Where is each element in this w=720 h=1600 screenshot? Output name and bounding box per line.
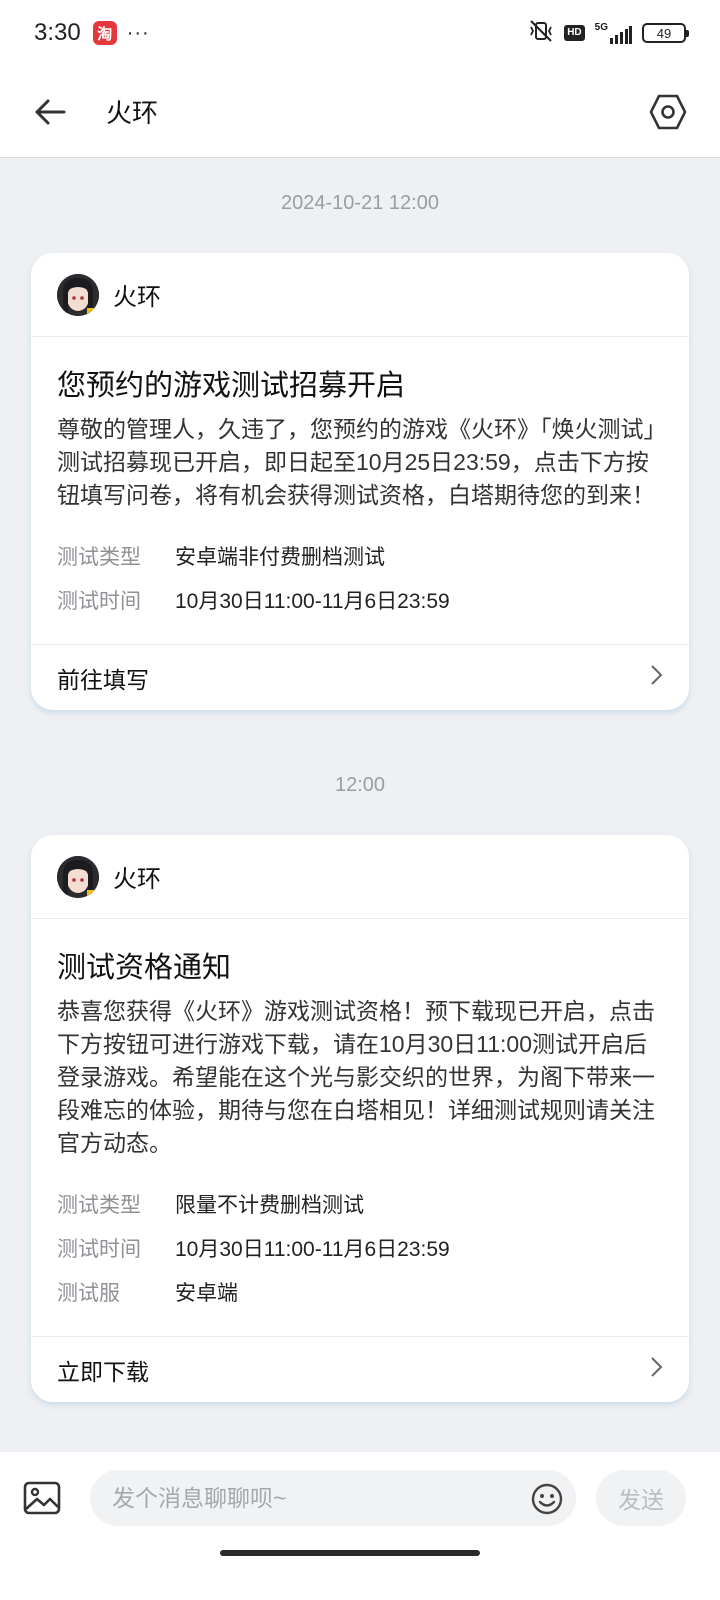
more-notifications-icon: ··· — [126, 21, 150, 44]
meta-key: 测试时间 — [57, 590, 141, 613]
message-title: 测试资格通知 — [57, 952, 232, 984]
emoji-icon — [531, 1483, 563, 1515]
meta-key: 测试类型 — [57, 1194, 141, 1217]
message-title: 您预约的游戏测试招募开启 — [57, 370, 406, 402]
meta-row-test-time: 测试时间 10月30日11:00-11月6日23:59 — [57, 580, 663, 624]
message-meta: 测试类型 限量不计费删档测试 测试时间 10月30日11:00-11月6日23:… — [57, 1184, 663, 1336]
action-label: 立即下载 — [57, 1358, 149, 1385]
status-bar: 3:30 淘 ··· HD 5G 49 — [0, 0, 720, 66]
status-indicators: HD 5G 49 — [528, 19, 689, 48]
sender-name: 火环 — [113, 866, 161, 893]
meta-key: 测试类型 — [57, 546, 141, 569]
card-body: 测试资格通知 恭喜您获得《火环》游戏测试资格！预下载现已开启，点击下方按钮可进行… — [31, 919, 689, 1336]
meta-value: 10月30日11:00-11月6日23:59 — [175, 1238, 450, 1261]
network-label: 5G — [594, 22, 608, 33]
card-header: 火环 — [31, 835, 689, 919]
fill-survey-button[interactable]: 前往填写 — [31, 644, 689, 710]
message-timestamp: 2024-10-21 12:00 — [281, 192, 439, 214]
vibrate-off-icon — [528, 19, 554, 48]
message-input-bar: 发送 — [0, 1452, 720, 1600]
avatar[interactable] — [57, 273, 99, 316]
chat-header: 火环 — [0, 66, 720, 158]
meta-key: 测试服 — [57, 1282, 120, 1305]
page-title: 火环 — [106, 98, 159, 128]
settings-button[interactable] — [646, 90, 690, 134]
chevron-right-icon — [649, 1356, 663, 1384]
message-text: 尊敬的管理人，久违了，您预约的游戏《火环》「焕火测试」测试招募现已开启，即日起至… — [57, 416, 655, 508]
action-label: 前往填写 — [57, 666, 149, 693]
card-body: 您预约的游戏测试招募开启 尊敬的管理人，久违了，您预约的游戏《火环》「焕火测试」… — [31, 337, 689, 644]
message-text: 恭喜您获得《火环》游戏测试资格！预下载现已开启，点击下方按钮可进行游戏下载，请在… — [57, 998, 655, 1156]
message-timestamp: 12:00 — [334, 774, 386, 796]
message-card: 火环 测试资格通知 恭喜您获得《火环》游戏测试资格！预下载现已开启，点击下方按钮… — [31, 835, 689, 1402]
status-time: 3:30 — [34, 19, 81, 46]
avatar-icon — [57, 273, 99, 316]
image-button[interactable] — [22, 1478, 62, 1518]
meta-key: 测试时间 — [57, 1238, 141, 1261]
hexagon-settings-icon — [649, 94, 687, 129]
arrow-left-icon — [35, 99, 66, 124]
meta-value: 限量不计费删档测试 — [175, 1194, 364, 1217]
meta-row-test-time: 测试时间 10月30日11:00-11月6日23:59 — [57, 1228, 663, 1272]
avatar[interactable] — [57, 855, 99, 898]
avatar-icon — [57, 855, 99, 898]
back-button[interactable] — [30, 92, 70, 132]
message-card: 火环 您预约的游戏测试招募开启 尊敬的管理人，久违了，您预约的游戏《火环》「焕火… — [31, 253, 689, 710]
meta-row-test-type: 测试类型 安卓端非付费删档测试 — [57, 536, 663, 580]
card-header: 火环 — [31, 253, 689, 337]
meta-value: 10月30日11:00-11月6日23:59 — [175, 590, 450, 613]
send-button[interactable]: 发送 — [596, 1470, 686, 1526]
taobao-app-icon: 淘 — [92, 21, 117, 45]
signal-5g-icon: 5G — [595, 22, 632, 44]
meta-value: 安卓端 — [175, 1282, 238, 1305]
hd-badge: HD — [564, 25, 585, 41]
image-icon — [23, 1481, 61, 1515]
meta-row-test-type: 测试类型 限量不计费删档测试 — [57, 1184, 663, 1228]
chevron-right-icon — [649, 664, 663, 692]
download-now-button[interactable]: 立即下载 — [31, 1336, 689, 1402]
sender-name: 火环 — [113, 284, 161, 311]
meta-row-test-server: 测试服 安卓端 — [57, 1272, 663, 1316]
meta-value: 安卓端非付费删档测试 — [175, 546, 385, 569]
battery-icon: 49 — [642, 23, 689, 43]
home-indicator[interactable] — [220, 1550, 480, 1556]
message-input[interactable] — [90, 1470, 576, 1526]
message-meta: 测试类型 安卓端非付费删档测试 测试时间 10月30日11:00-11月6日23… — [57, 536, 663, 644]
emoji-button[interactable] — [530, 1482, 564, 1516]
